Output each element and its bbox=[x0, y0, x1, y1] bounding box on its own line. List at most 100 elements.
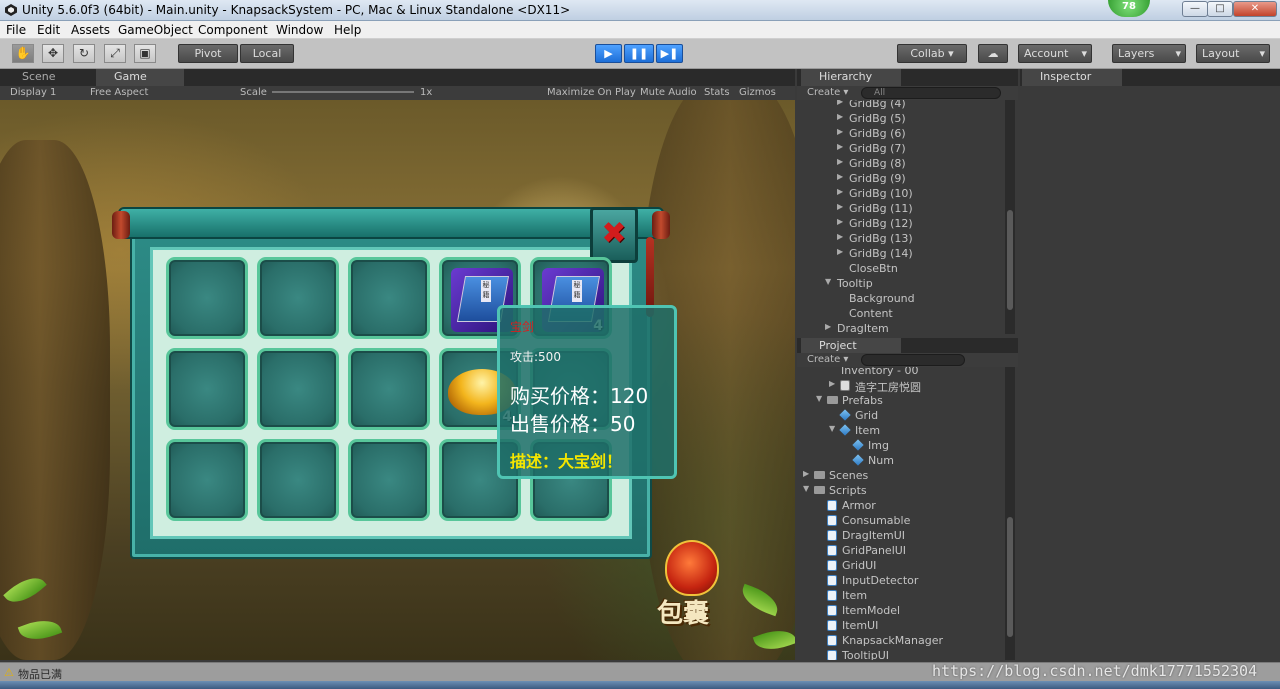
collapsed-arrow-icon[interactable]: ▶ bbox=[837, 202, 847, 211]
minimize-button[interactable]: — bbox=[1182, 1, 1208, 17]
inventory-slot[interactable] bbox=[257, 257, 339, 339]
hierarchy-item[interactable]: ▶ GridBg (7) bbox=[797, 141, 1007, 156]
hand-icon[interactable]: ✋ bbox=[12, 44, 34, 63]
project-item[interactable]: GridUI bbox=[797, 558, 1007, 573]
hierarchy-item[interactable]: ▶ GridBg (12) bbox=[797, 216, 1007, 231]
stats-toggle[interactable]: Stats bbox=[704, 87, 730, 98]
tab-project[interactable]: Project bbox=[801, 338, 901, 353]
project-item[interactable]: ▶ Scenes bbox=[797, 468, 1007, 483]
pivot-toggle[interactable]: Pivot bbox=[178, 44, 238, 63]
hierarchy-search-input[interactable]: All bbox=[861, 87, 1001, 99]
hierarchy-item[interactable]: ▶ DragItem bbox=[797, 321, 1007, 334]
project-item[interactable]: ▼ Item bbox=[797, 423, 1007, 438]
tab-scene[interactable]: Scene bbox=[4, 69, 92, 86]
inventory-slot[interactable] bbox=[348, 439, 430, 521]
hierarchy-item[interactable]: ▶ GridBg (13) bbox=[797, 231, 1007, 246]
project-search-input[interactable] bbox=[861, 354, 965, 366]
collapsed-arrow-icon[interactable]: ▶ bbox=[837, 142, 847, 151]
collapsed-arrow-icon[interactable]: ▶ bbox=[837, 247, 847, 256]
hierarchy-item[interactable]: ▶ GridBg (10) bbox=[797, 186, 1007, 201]
close-window-button[interactable]: ✕ bbox=[1233, 1, 1277, 17]
project-item[interactable]: ItemModel bbox=[797, 603, 1007, 618]
hierarchy-item[interactable]: ▼ Tooltip bbox=[797, 276, 1007, 291]
menu-help[interactable]: Help bbox=[334, 23, 361, 37]
inventory-slot[interactable] bbox=[166, 439, 248, 521]
status-message[interactable]: 物品已满 bbox=[18, 666, 62, 682]
hierarchy-item[interactable]: ▶ GridBg (14) bbox=[797, 246, 1007, 261]
project-item[interactable]: GridPanelUI bbox=[797, 543, 1007, 558]
hierarchy-item[interactable]: ▶ GridBg (11) bbox=[797, 201, 1007, 216]
menu-window[interactable]: Window bbox=[276, 23, 323, 37]
project-item[interactable]: ▼ Scripts bbox=[797, 483, 1007, 498]
collapsed-arrow-icon[interactable]: ▶ bbox=[837, 112, 847, 121]
cloud-icon[interactable]: ☁ bbox=[978, 44, 1008, 63]
hierarchy-item[interactable]: ▶ GridBg (8) bbox=[797, 156, 1007, 171]
account-dropdown[interactable]: Account ▾ bbox=[1018, 44, 1092, 63]
local-toggle[interactable]: Local bbox=[240, 44, 294, 63]
layout-dropdown[interactable]: Layout ▾ bbox=[1196, 44, 1270, 63]
menu-assets[interactable]: Assets bbox=[71, 23, 110, 37]
hierarchy-item[interactable]: ▶ GridBg (6) bbox=[797, 126, 1007, 141]
project-item[interactable]: InputDetector bbox=[797, 573, 1007, 588]
scale-slider[interactable] bbox=[272, 91, 414, 93]
collapsed-arrow-icon[interactable]: ▶ bbox=[803, 469, 813, 478]
project-item[interactable]: Inventory - 00 bbox=[797, 367, 1007, 378]
inventory-slot[interactable] bbox=[257, 439, 339, 521]
move-icon[interactable]: ✥ bbox=[42, 44, 64, 63]
collapsed-arrow-icon[interactable]: ▶ bbox=[837, 100, 847, 106]
project-item[interactable]: KnapsackManager bbox=[797, 633, 1007, 648]
rotate-icon[interactable]: ↻ bbox=[73, 44, 95, 63]
hierarchy-item[interactable]: ▶ GridBg (9) bbox=[797, 171, 1007, 186]
hierarchy-item[interactable]: Background bbox=[797, 291, 1007, 306]
project-item[interactable]: Num bbox=[797, 453, 1007, 468]
inventory-slot[interactable] bbox=[166, 257, 248, 339]
step-button[interactable]: ▶❚ bbox=[656, 44, 683, 63]
project-item[interactable]: Armor bbox=[797, 498, 1007, 513]
collab-dropdown[interactable]: Collab ▾ bbox=[897, 44, 967, 63]
project-item[interactable]: Consumable bbox=[797, 513, 1007, 528]
expanded-arrow-icon[interactable]: ▼ bbox=[829, 424, 839, 433]
hierarchy-item[interactable]: Content bbox=[797, 306, 1007, 321]
hierarchy-item[interactable]: CloseBtn bbox=[797, 261, 1007, 276]
rect-tool-icon[interactable]: ▣ bbox=[134, 44, 156, 63]
maximize-button[interactable]: □ bbox=[1207, 1, 1233, 17]
inventory-close-button[interactable]: ✖ bbox=[590, 207, 638, 263]
collapsed-arrow-icon[interactable]: ▶ bbox=[837, 232, 847, 241]
expanded-arrow-icon[interactable]: ▼ bbox=[816, 394, 826, 403]
inventory-slot[interactable] bbox=[348, 348, 430, 430]
collapsed-arrow-icon[interactable]: ▶ bbox=[829, 379, 839, 388]
collapsed-arrow-icon[interactable]: ▶ bbox=[837, 187, 847, 196]
collapsed-arrow-icon[interactable]: ▶ bbox=[837, 172, 847, 181]
project-item[interactable]: DragItemUI bbox=[797, 528, 1007, 543]
inventory-slot[interactable] bbox=[257, 348, 339, 430]
aspect-select[interactable]: Free Aspect bbox=[90, 87, 148, 98]
play-button[interactable]: ▶ bbox=[595, 44, 622, 63]
scale-icon[interactable]: ⤢ bbox=[104, 44, 126, 63]
menu-edit[interactable]: Edit bbox=[37, 23, 60, 37]
hierarchy-create-button[interactable]: Create ▾ bbox=[807, 87, 848, 98]
hierarchy-item[interactable]: ▶ GridBg (5) bbox=[797, 111, 1007, 126]
mute-audio-toggle[interactable]: Mute Audio bbox=[640, 87, 697, 98]
inventory-slot[interactable] bbox=[166, 348, 248, 430]
tab-hierarchy[interactable]: Hierarchy bbox=[801, 69, 901, 86]
tab-game[interactable]: Game bbox=[96, 69, 184, 86]
project-create-button[interactable]: Create ▾ bbox=[807, 354, 848, 365]
layers-dropdown[interactable]: Layers ▾ bbox=[1112, 44, 1186, 63]
project-item[interactable]: ▼ Prefabs bbox=[797, 393, 1007, 408]
collapsed-arrow-icon[interactable]: ▶ bbox=[837, 157, 847, 166]
project-item[interactable]: Item bbox=[797, 588, 1007, 603]
expanded-arrow-icon[interactable]: ▼ bbox=[803, 484, 813, 493]
hierarchy-scrollbar[interactable] bbox=[1005, 100, 1015, 334]
menu-component[interactable]: Component bbox=[198, 23, 268, 37]
expanded-arrow-icon[interactable]: ▼ bbox=[825, 277, 835, 286]
project-item[interactable]: TooltipUI bbox=[797, 648, 1007, 660]
project-item[interactable]: Img bbox=[797, 438, 1007, 453]
project-item[interactable]: Grid bbox=[797, 408, 1007, 423]
collapsed-arrow-icon[interactable]: ▶ bbox=[837, 217, 847, 226]
bag-button[interactable]: 包囊 bbox=[655, 535, 735, 630]
project-scrollbar[interactable] bbox=[1005, 367, 1015, 660]
tab-inspector[interactable]: Inspector bbox=[1022, 69, 1122, 86]
inventory-slot[interactable] bbox=[348, 257, 430, 339]
maximize-on-play-toggle[interactable]: Maximize On Play bbox=[547, 87, 636, 98]
display-select[interactable]: Display 1 bbox=[10, 87, 56, 98]
